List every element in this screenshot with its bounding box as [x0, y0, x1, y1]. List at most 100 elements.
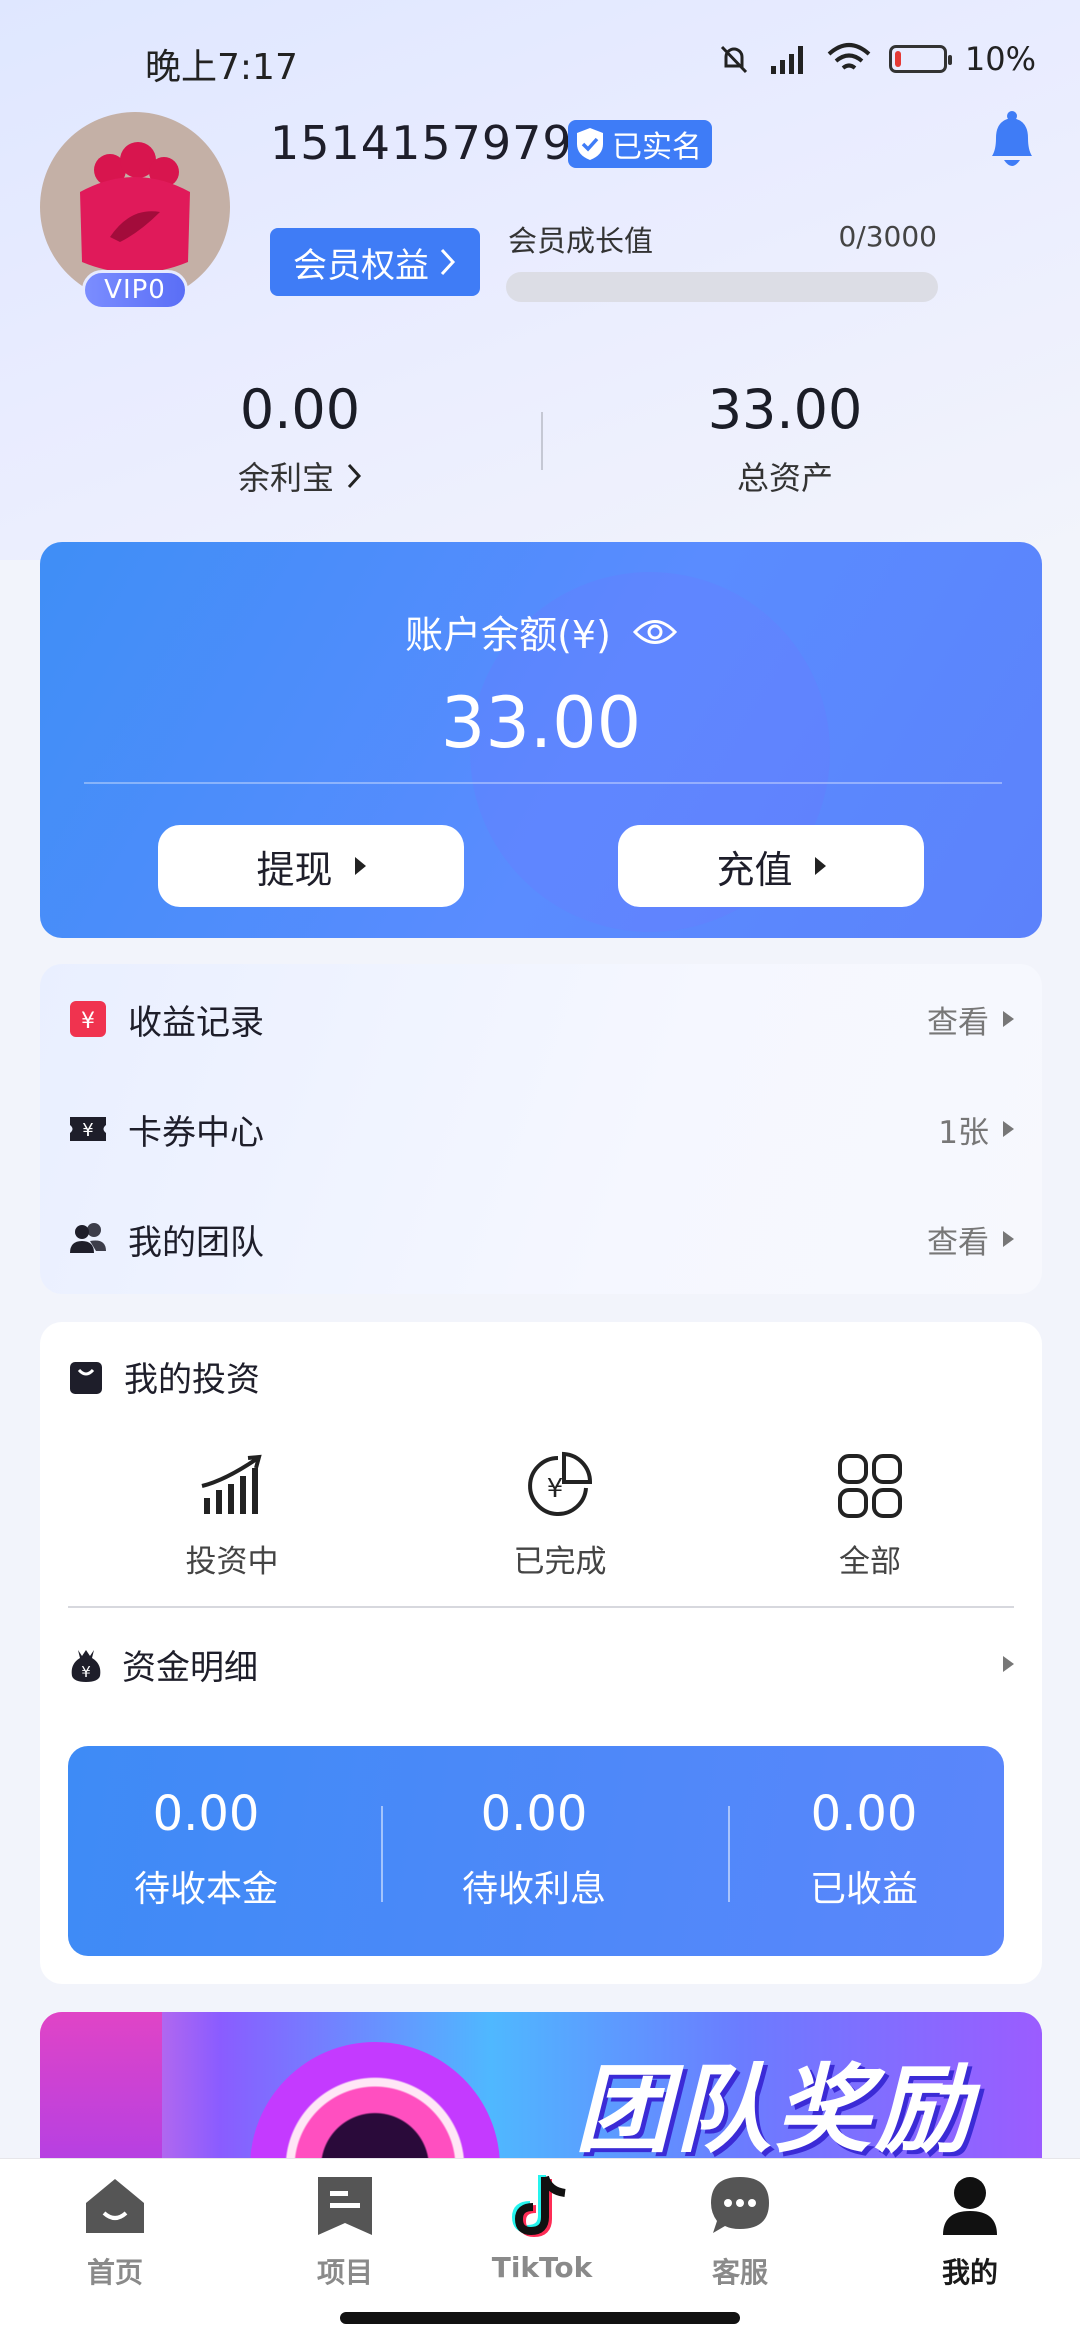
menu-right-text: 1张 — [938, 1114, 989, 1151]
yulibao-value: 0.00 — [239, 378, 361, 441]
nav-projects[interactable]: 项目 — [265, 2171, 425, 2291]
total-assets-stat: 33.00 总资产 — [635, 378, 935, 499]
verified-label: 已实名 — [612, 130, 702, 165]
team-icon — [70, 1223, 106, 1253]
shield-check-icon — [577, 128, 603, 160]
all-investments-button[interactable]: 全部 — [770, 1450, 970, 1581]
nav-label: 我的 — [941, 2256, 998, 2289]
project-icon — [318, 2177, 372, 2235]
recharge-label: 充值 — [716, 847, 793, 892]
vip-badge: VIP0 — [82, 270, 188, 310]
recharge-button[interactable]: 充值 — [618, 825, 924, 907]
earned: 0.00 已收益 — [714, 1786, 1004, 1912]
mute-bell-icon — [720, 45, 747, 74]
battery-percent: 10% — [964, 40, 1036, 78]
yulibao-label: 余利宝 — [237, 459, 334, 497]
tiktok-icon — [511, 2175, 566, 2238]
fund-divider — [381, 1806, 383, 1902]
status-icons: 10% — [717, 40, 1036, 78]
triangle-right-icon — [814, 857, 826, 875]
fund-details-link[interactable]: ¥ 资金明细 — [68, 1640, 258, 1689]
battery-icon — [888, 45, 952, 73]
triangle-right-icon — [1003, 1121, 1014, 1137]
home-icon — [86, 2179, 144, 2233]
menu-right-text: 查看 — [927, 1224, 989, 1261]
pending-interest: 0.00 待收利息 — [384, 1786, 684, 1912]
yulibao-link[interactable]: 余利宝 — [150, 453, 450, 499]
triangle-right-icon — [1003, 1231, 1014, 1247]
nav-support[interactable]: 客服 — [660, 2171, 820, 2291]
coupon-icon: ¥ — [70, 1117, 106, 1141]
fund-title: 资金明细 — [122, 1648, 258, 1688]
nav-home[interactable]: 首页 — [35, 2171, 195, 2291]
investing-label: 投资中 — [185, 1544, 279, 1580]
user-icon — [943, 2177, 997, 2235]
svg-text:¥: ¥ — [547, 1474, 564, 1504]
menu-right: 1张 — [938, 1107, 1014, 1152]
triangle-right-icon — [1003, 1011, 1014, 1027]
chart-bars-icon — [201, 1454, 262, 1514]
completed-label: 已完成 — [513, 1544, 607, 1580]
svg-text:¥: ¥ — [81, 1009, 95, 1034]
balance-card: 账户余额(¥) 33.00 提现 充值 — [40, 542, 1042, 938]
svg-text:¥: ¥ — [81, 1663, 91, 1681]
withdraw-button[interactable]: 提现 — [158, 825, 464, 907]
home-indicator[interactable] — [340, 2312, 740, 2324]
growth-value: 0/3000 — [838, 220, 937, 253]
phone-number: 15141579793 — [270, 116, 603, 170]
triangle-right-icon[interactable] — [1003, 1656, 1014, 1672]
pending-interest-label: 待收利息 — [461, 1869, 606, 1910]
earnings-icon: ¥ — [70, 1001, 106, 1037]
menu-card: ¥ 收益记录 查看 ¥ 卡券中心 1张 我的团队 查看 — [40, 964, 1042, 1294]
stat-divider — [541, 412, 543, 470]
withdraw-label: 提现 — [256, 847, 333, 892]
menu-right: 查看 — [927, 997, 1014, 1042]
menu-item-coupon-center[interactable]: ¥ 卡券中心 1张 — [40, 1074, 1042, 1184]
nav-tiktok[interactable]: TikTok — [462, 2171, 622, 2284]
yulibao-stat[interactable]: 0.00 余利宝 — [150, 378, 450, 499]
banner-text: 团队奖励 — [575, 2054, 975, 2166]
nav-label: 客服 — [711, 2256, 768, 2289]
menu-label: 收益记录 — [128, 1002, 264, 1043]
nav-label: TikTok — [491, 2251, 593, 2284]
nav-mine[interactable]: 我的 — [890, 2171, 1050, 2291]
balance-divider — [84, 782, 1002, 784]
total-assets-value: 33.00 — [707, 378, 863, 441]
balance-title: 账户余额(¥) — [405, 613, 611, 657]
money-bag-icon: ¥ — [71, 1649, 101, 1682]
battery-level — [894, 51, 901, 67]
triangle-right-icon — [354, 857, 366, 875]
pending-principal-value: 0.00 — [152, 1786, 260, 1842]
signal-icon — [770, 46, 803, 74]
investment-header: 我的投资 — [68, 1352, 260, 1401]
chevron-right-icon — [440, 248, 456, 276]
menu-label: 卡券中心 — [128, 1112, 264, 1153]
menu-item-my-team[interactable]: 我的团队 查看 — [40, 1184, 1042, 1294]
earned-value: 0.00 — [810, 1786, 918, 1842]
eye-icon[interactable] — [632, 617, 677, 647]
menu-right: 查看 — [927, 1217, 1014, 1262]
all-label: 全部 — [839, 1544, 901, 1580]
chevron-right-icon — [347, 463, 362, 489]
growth-progress-bar — [506, 272, 938, 302]
status-time: 晚上7:17 — [145, 47, 298, 88]
total-assets-label: 总资产 — [736, 459, 833, 497]
nav-label: 首页 — [86, 2256, 143, 2289]
pending-principal-label: 待收本金 — [133, 1869, 278, 1910]
investing-button[interactable]: 投资中 — [132, 1450, 332, 1581]
menu-item-earnings-record[interactable]: ¥ 收益记录 查看 — [40, 964, 1042, 1074]
menu-label: 我的团队 — [128, 1222, 264, 1263]
notification-bell-icon[interactable] — [982, 108, 1042, 174]
balance-title-row: 账户余额(¥) — [40, 604, 1042, 659]
svg-text:¥: ¥ — [82, 1120, 93, 1141]
grid-icon — [838, 1454, 902, 1518]
member-benefits-button[interactable]: 会员权益 — [270, 228, 480, 296]
earned-label: 已收益 — [809, 1869, 918, 1910]
fund-summary-panel: 0.00 待收本金 0.00 待收利息 0.00 已收益 — [68, 1746, 1004, 1956]
pie-yen-icon: ¥ — [528, 1451, 593, 1516]
completed-button[interactable]: ¥ 已完成 — [460, 1450, 660, 1581]
chat-icon — [711, 2177, 769, 2233]
wifi-icon — [827, 43, 871, 70]
status-bar: 晚上7:17 10% — [0, 0, 1080, 110]
investment-title: 我的投资 — [124, 1360, 260, 1400]
